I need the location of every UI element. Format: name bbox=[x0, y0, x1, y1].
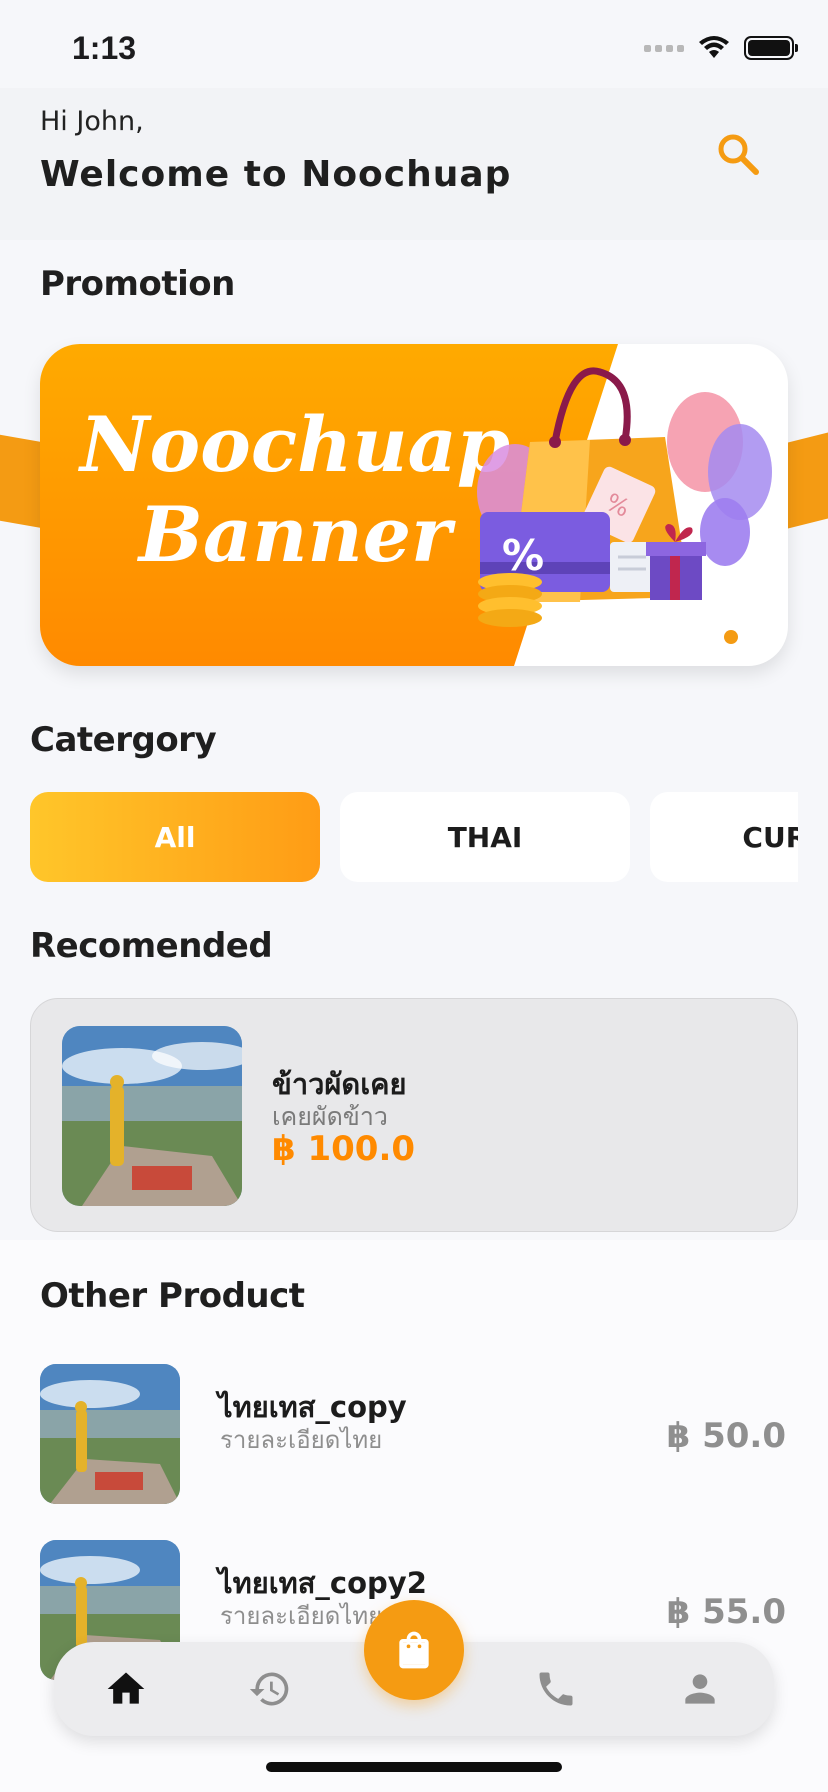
recommended-product-price: ฿ 100.0 bbox=[272, 1129, 416, 1169]
product-description: รายละเอียดไทย bbox=[220, 1426, 383, 1454]
product-list-item[interactable]: ไทยเทส_copy รายละเอียดไทย ฿ 50.0 bbox=[0, 1364, 828, 1506]
svg-text:%: % bbox=[502, 531, 544, 580]
banner-title: Noochuap Banner bbox=[80, 400, 510, 580]
banner-page-indicator bbox=[724, 630, 738, 644]
nav-profile-button[interactable] bbox=[676, 1665, 724, 1713]
product-price: ฿ 50.0 bbox=[666, 1416, 786, 1456]
nav-history-button[interactable] bbox=[246, 1665, 294, 1713]
promotion-banner[interactable]: Noochuap Banner % % bbox=[40, 344, 788, 666]
cart-bag-icon bbox=[399, 1631, 429, 1669]
category-chip-list[interactable]: All THAI CURRY bbox=[30, 792, 798, 882]
greeting-text: Hi John, bbox=[40, 106, 144, 137]
history-icon bbox=[249, 1672, 289, 1706]
chip-curry[interactable]: CURRY bbox=[650, 792, 798, 882]
recommended-title: Recomended bbox=[30, 926, 273, 966]
wifi-icon bbox=[699, 36, 729, 58]
nav-home-button[interactable] bbox=[102, 1665, 150, 1713]
banner-line-2: Banner bbox=[138, 490, 452, 579]
home-icon bbox=[107, 1672, 145, 1704]
cellular-signal-icon bbox=[644, 44, 684, 52]
banner-line-1: Noochuap bbox=[80, 400, 511, 489]
recommended-product-image bbox=[62, 1026, 242, 1206]
product-image bbox=[40, 1364, 180, 1504]
category-title: Catergory bbox=[30, 720, 217, 760]
chip-all[interactable]: All bbox=[30, 792, 320, 882]
other-products-title: Other Product bbox=[40, 1276, 305, 1316]
nav-phone-button[interactable] bbox=[532, 1665, 580, 1713]
phone-icon bbox=[539, 1672, 573, 1706]
person-icon bbox=[685, 1674, 715, 1704]
battery-icon bbox=[744, 36, 798, 60]
home-indicator[interactable] bbox=[266, 1762, 562, 1772]
status-icons bbox=[644, 36, 798, 60]
cart-button[interactable] bbox=[364, 1600, 464, 1700]
product-description: รายละเอียดไทย bbox=[220, 1602, 383, 1630]
product-price: ฿ 55.0 bbox=[666, 1592, 786, 1632]
recommended-card[interactable]: ข้าวผัดเคย เคยผัดข้าว ฿ 100.0 bbox=[30, 998, 798, 1232]
shopping-bag-illustration: % % bbox=[477, 367, 772, 627]
search-button[interactable] bbox=[708, 124, 768, 184]
status-bar: 1:13 bbox=[0, 0, 828, 88]
welcome-title: Welcome to Noochuap bbox=[40, 154, 512, 195]
chip-thai[interactable]: THAI bbox=[340, 792, 630, 882]
search-icon bbox=[718, 134, 759, 175]
promotion-title: Promotion bbox=[40, 264, 235, 304]
status-time: 1:13 bbox=[72, 30, 137, 66]
header: Hi John, Welcome to Noochuap bbox=[0, 88, 828, 240]
